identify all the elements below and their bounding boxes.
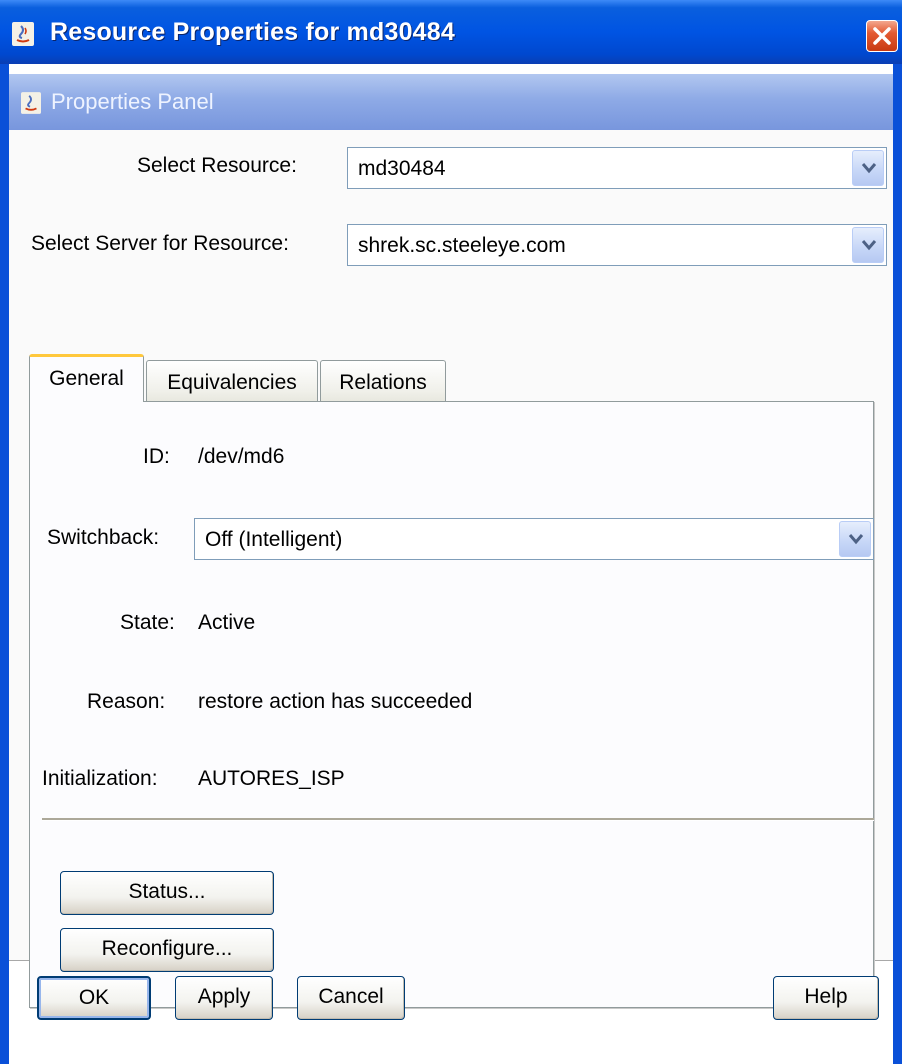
id-label: ID:: [143, 445, 170, 468]
chevron-down-icon: [861, 163, 877, 174]
initialization-value: AUTORES_ISP: [198, 767, 345, 790]
panel-title: Properties Panel: [51, 89, 214, 114]
dropdown-arrow[interactable]: [852, 150, 884, 186]
cancel-button[interactable]: Cancel: [297, 976, 405, 1020]
general-tab-panel: ID: /dev/md6 Switchback: Off (Intelligen…: [29, 401, 874, 1008]
state-value: Active: [198, 611, 256, 634]
switchback-dropdown[interactable]: Off (Intelligent): [194, 518, 874, 560]
ok-button[interactable]: OK: [37, 976, 151, 1020]
chevron-down-icon: [861, 240, 877, 251]
close-button[interactable]: [866, 20, 898, 52]
status-button[interactable]: Status...: [60, 871, 274, 915]
window-frame-right: [893, 64, 902, 1064]
id-value: /dev/md6: [198, 445, 285, 468]
select-resource-dropdown[interactable]: md30484: [347, 147, 887, 189]
panel-header: Properties Panel: [9, 74, 893, 130]
chevron-down-icon: [848, 534, 864, 545]
tab-equivalencies[interactable]: Equivalencies: [146, 360, 318, 404]
state-label: State:: [120, 611, 175, 634]
java-icon: [21, 92, 41, 114]
help-button[interactable]: Help: [773, 976, 879, 1020]
select-server-label: Select Server for Resource:: [31, 232, 289, 255]
switchback-value: Off (Intelligent): [205, 528, 343, 551]
tab-relations[interactable]: Relations: [320, 360, 446, 404]
separator: [42, 818, 874, 821]
resource-properties-window: Resource Properties for md30484 Properti…: [0, 0, 902, 1064]
reason-value: restore action has succeeded: [198, 690, 473, 713]
reason-label: Reason:: [87, 690, 166, 713]
reconfigure-button[interactable]: Reconfigure...: [60, 928, 274, 972]
select-resource-value: md30484: [358, 157, 446, 180]
window-frame-left: [0, 64, 9, 1064]
tab-general[interactable]: General: [29, 354, 144, 402]
window-content: Properties Panel Select Resource: md3048…: [9, 64, 893, 1064]
title-bar[interactable]: Resource Properties for md30484: [0, 0, 902, 64]
java-icon: [12, 22, 34, 46]
select-server-value: shrek.sc.steeleye.com: [358, 234, 566, 257]
select-resource-label: Select Resource:: [137, 154, 297, 177]
dropdown-arrow[interactable]: [839, 521, 871, 557]
properties-panel: Select Resource: md30484 Select Server f…: [9, 130, 893, 1008]
initialization-label: Initialization:: [42, 767, 158, 790]
select-server-dropdown[interactable]: shrek.sc.steeleye.com: [347, 224, 887, 266]
close-icon: [873, 27, 891, 45]
switchback-label: Switchback:: [47, 526, 160, 549]
apply-button[interactable]: Apply: [175, 976, 273, 1020]
dropdown-arrow[interactable]: [852, 227, 884, 263]
window-title: Resource Properties for md30484: [50, 18, 455, 46]
